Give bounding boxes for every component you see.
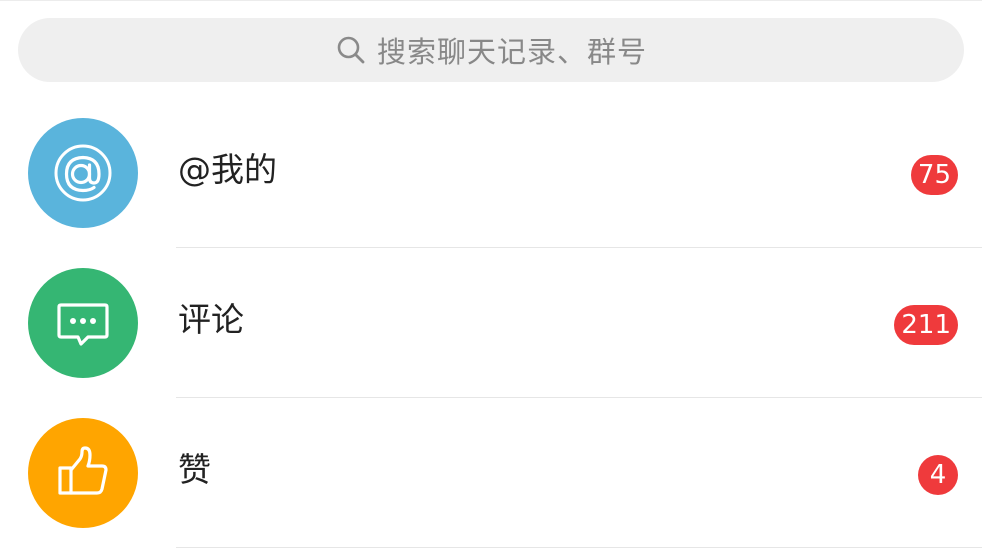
thumbs-up-icon	[51, 441, 115, 505]
comment-icon	[51, 291, 115, 355]
unread-badge: 75	[910, 155, 958, 195]
at-icon	[51, 141, 115, 205]
row-label: @我的	[178, 150, 277, 189]
list-item-comments[interactable]: 评论 211	[0, 248, 982, 398]
at-me-avatar	[28, 118, 138, 228]
row-label: 评论	[178, 300, 244, 339]
top-divider	[0, 0, 982, 1]
unread-badge: 211	[894, 305, 958, 345]
search-placeholder: 搜索聊天记录、群号	[376, 35, 647, 69]
comments-avatar	[28, 268, 138, 378]
row-label: 赞	[178, 450, 211, 489]
list-item-likes[interactable]: 赞 4	[0, 398, 982, 548]
row-divider	[176, 547, 982, 548]
likes-avatar	[28, 418, 138, 528]
search-bar[interactable]: 搜索聊天记录、群号	[18, 18, 964, 82]
search-icon	[335, 34, 367, 66]
list-item-at-me[interactable]: @我的 75	[0, 98, 982, 248]
unread-badge: 4	[918, 455, 958, 495]
